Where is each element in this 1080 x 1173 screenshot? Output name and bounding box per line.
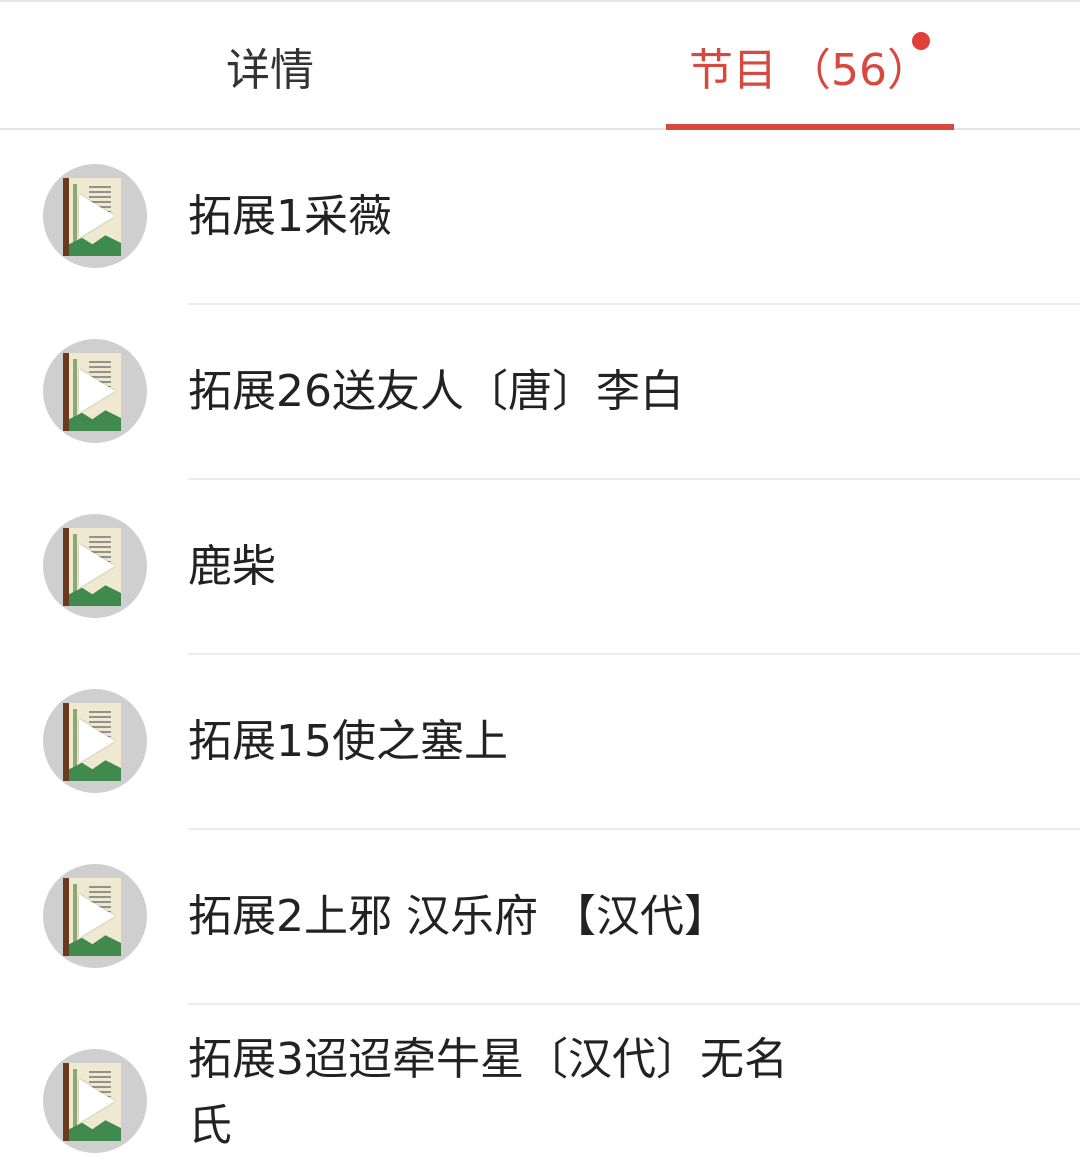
episode-title: 拓展15使之塞上 <box>188 715 508 767</box>
episode-title: 拓展26送友人〔唐〕李白 <box>188 365 684 417</box>
play-icon <box>79 369 115 413</box>
episode-thumbnail[interactable] <box>43 339 147 443</box>
list-item[interactable]: 拓展2上邪 汉乐府 【汉代】 <box>0 830 1080 1005</box>
tab-episodes-count: （56） <box>787 45 931 96</box>
episode-thumbnail[interactable] <box>43 864 147 968</box>
list-item[interactable]: 拓展1采薇 <box>0 130 1080 305</box>
play-icon <box>79 1079 115 1123</box>
play-icon <box>79 194 115 238</box>
list-item[interactable]: 鹿柴 <box>0 480 1080 655</box>
page: 详情 节目 （56） 拓展1采薇 拓展26送友人〔唐〕李白 鹿柴 拓展15使之塞… <box>0 0 1080 1173</box>
tab-episodes-label: 节目 <box>689 45 777 96</box>
episode-title: 拓展1采薇 <box>188 190 392 242</box>
tab-episodes[interactable]: 节目 （56） <box>666 2 954 130</box>
tab-bar: 详情 节目 （56） <box>0 0 1080 130</box>
play-icon <box>79 544 115 588</box>
episode-title: 拓展3迢迢牵牛星〔汉代〕无名氏 <box>188 1034 788 1151</box>
list-item[interactable]: 拓展26送友人〔唐〕李白 <box>0 305 1080 480</box>
episode-thumbnail[interactable] <box>43 164 147 268</box>
tab-details[interactable]: 详情 <box>140 2 400 130</box>
play-icon <box>79 719 115 763</box>
episode-list: 拓展1采薇 拓展26送友人〔唐〕李白 鹿柴 拓展15使之塞上 拓展2上邪 汉乐府… <box>0 130 1080 1173</box>
episode-thumbnail[interactable] <box>43 514 147 618</box>
list-item[interactable]: 拓展15使之塞上 <box>0 655 1080 830</box>
episode-thumbnail[interactable] <box>43 689 147 793</box>
play-icon <box>79 894 115 938</box>
episode-title: 鹿柴 <box>188 540 276 592</box>
tab-details-label: 详情 <box>226 45 314 96</box>
episode-title: 拓展2上邪 汉乐府 【汉代】 <box>188 890 728 942</box>
episode-thumbnail[interactable] <box>43 1049 147 1153</box>
notification-dot <box>912 32 930 50</box>
list-item[interactable]: 拓展3迢迢牵牛星〔汉代〕无名氏 <box>0 1005 1080 1173</box>
